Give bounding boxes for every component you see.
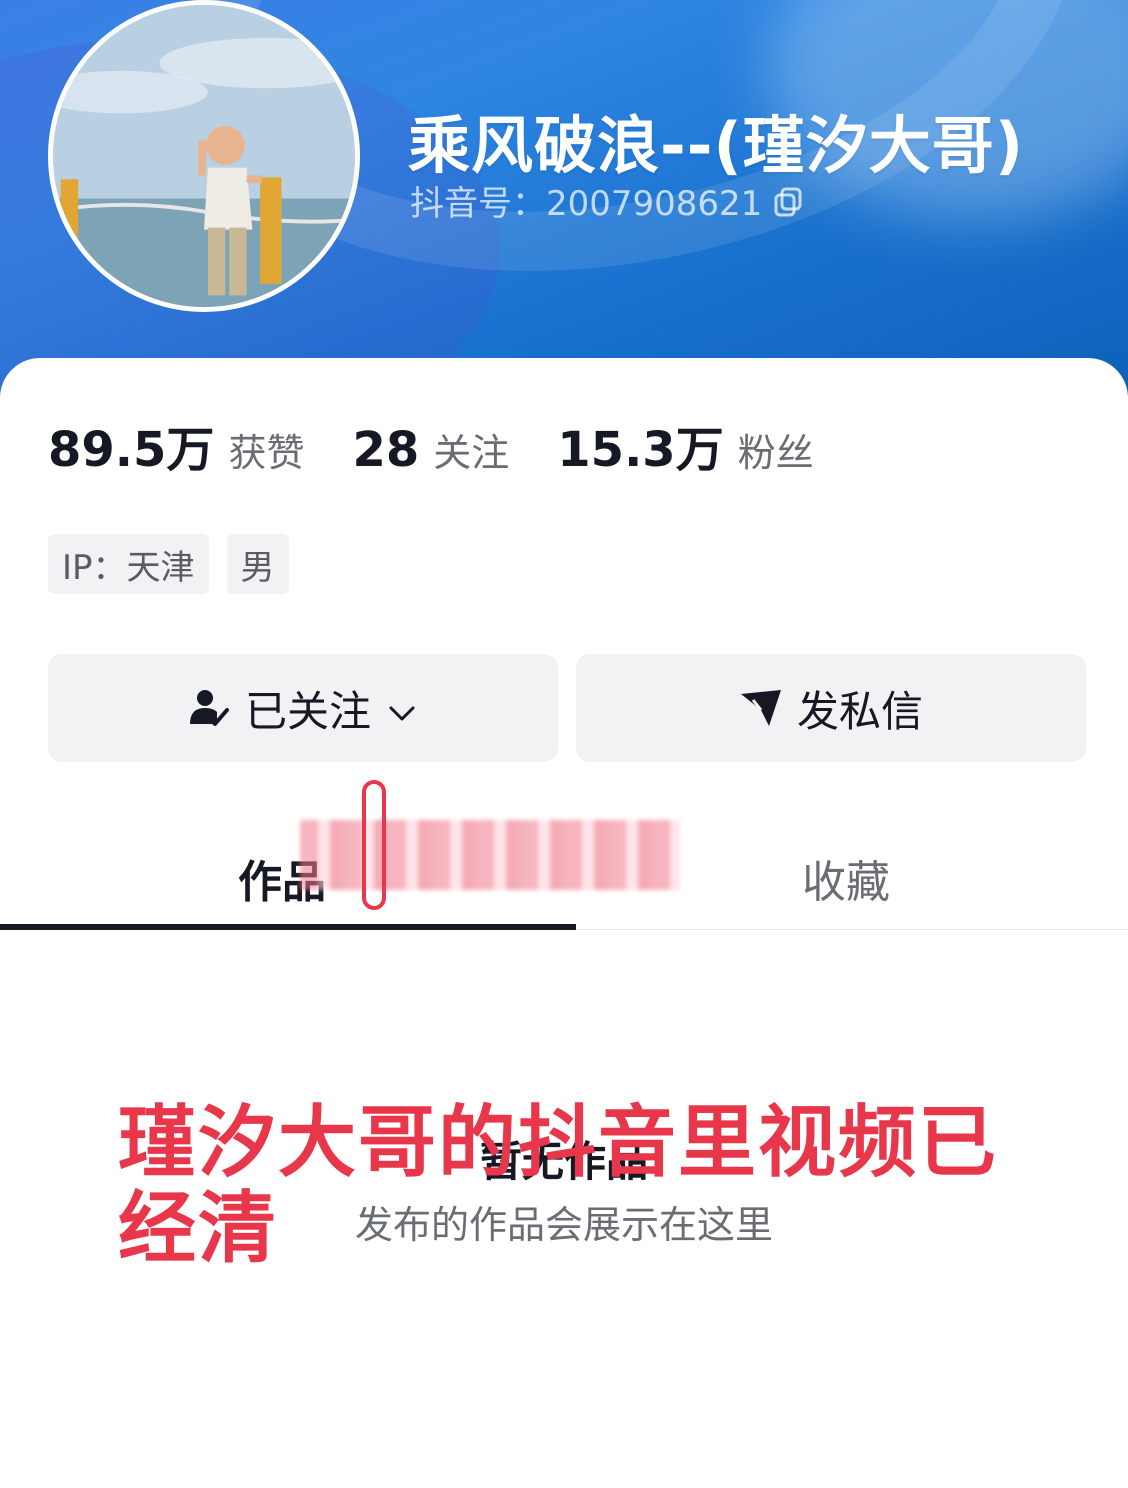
paperclip-icon [362,780,386,910]
avatar-photo [53,5,355,307]
mosaic-blur [300,820,680,890]
send-message-label: 发私信 [796,686,923,736]
overlay-caption: 瑾汐大哥的抖音里视频已 经清 [118,1100,1018,1272]
tag-gender: 男 [226,534,289,594]
profile-stats: 89.5万 获赞 28 关注 15.3万 粉丝 [48,410,862,480]
douyin-id-text: 抖音号：2007908621 [410,184,763,224]
active-tab-indicator [0,924,576,930]
profile-nickname: 乘风破浪--(瑾汐大哥) [408,109,1025,182]
stat-label: 获赞 [228,431,305,475]
stat-value: 28 [352,422,420,478]
user-check-icon [187,686,231,730]
stat-label: 粉丝 [737,431,814,475]
tag-ip-location: IP：天津 [48,534,209,594]
followed-button[interactable]: 已关注 [48,654,558,762]
avatar[interactable] [48,0,360,312]
stat-following[interactable]: 28 关注 [352,422,509,478]
chevron-down-icon [385,691,419,725]
overlay-caption-line2: 经清 [118,1184,279,1274]
stat-followers[interactable]: 15.3万 粉丝 [557,410,813,480]
stat-label: 关注 [433,431,510,475]
douyin-id[interactable]: 抖音号：2007908621 [410,176,804,225]
stat-likes[interactable]: 89.5万 获赞 [48,410,304,480]
followed-button-label: 已关注 [244,686,371,736]
stat-value: 15.3万 [557,422,724,478]
profile-tags: IP：天津 男 [48,534,307,594]
overlay-caption-line1: 瑾汐大哥的抖音里视频已 [118,1098,999,1188]
profile-header: 乘风破浪--(瑾汐大哥) 抖音号：2007908621 [0,0,1128,420]
send-message-button[interactable]: 发私信 [576,654,1086,762]
profile-card: 89.5万 获赞 28 关注 15.3万 粉丝 IP：天津 男 已关注 发私信 … [0,358,1128,1488]
send-icon [739,686,783,730]
copy-icon[interactable] [772,185,804,217]
stat-value: 89.5万 [48,422,215,478]
